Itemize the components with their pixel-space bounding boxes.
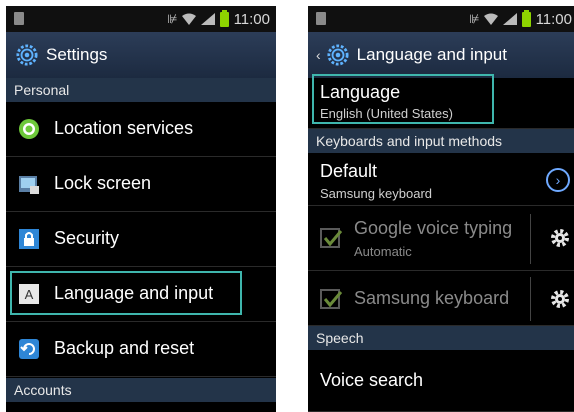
google-voice-typing-setting[interactable]: Google voice typing Automatic bbox=[308, 206, 574, 271]
settings-screen: ⊯ 11:00 Settings Personal Location servi… bbox=[6, 6, 276, 412]
page-title: Language and input bbox=[356, 45, 507, 64]
list-item-label: Location services bbox=[54, 118, 194, 138]
vibrate-icon: ⊯ bbox=[469, 12, 480, 26]
wifi-icon bbox=[181, 13, 196, 25]
location-icon bbox=[19, 119, 39, 139]
notification-icon bbox=[14, 12, 24, 25]
page-title: Settings bbox=[46, 45, 108, 64]
clock: 11:00 bbox=[233, 10, 270, 28]
gear-icon[interactable] bbox=[550, 228, 570, 248]
google-voice-checkbox[interactable] bbox=[320, 228, 343, 248]
list-item-lock-screen[interactable]: Lock screen bbox=[6, 157, 276, 212]
google-voice-value: Automatic bbox=[354, 244, 412, 259]
status-bar: ⊯ 11:00 bbox=[308, 6, 574, 32]
wifi-icon bbox=[483, 13, 498, 25]
google-voice-label: Google voice typing bbox=[354, 218, 513, 238]
voice-search-setting[interactable]: Voice search bbox=[308, 350, 574, 412]
lock-screen-icon bbox=[19, 176, 39, 194]
signal-icon bbox=[200, 13, 215, 25]
default-value: Samsung keyboard bbox=[320, 186, 433, 201]
list-item-label: Security bbox=[54, 228, 120, 248]
title-bar: Settings bbox=[6, 32, 276, 78]
battery-icon bbox=[219, 9, 229, 27]
highlight-box bbox=[10, 271, 242, 315]
divider bbox=[530, 214, 531, 264]
section-keyboards: Keyboards and input methods bbox=[308, 129, 574, 153]
default-keyboard-setting[interactable]: Default Samsung keyboard › bbox=[308, 153, 574, 206]
settings-gear-icon bbox=[16, 44, 38, 66]
voice-search-label: Voice search bbox=[320, 370, 424, 390]
samsung-keyboard-label: Samsung keyboard bbox=[354, 288, 510, 308]
back-chevron-icon[interactable]: ‹ bbox=[316, 47, 321, 63]
backup-icon bbox=[19, 339, 39, 359]
gear-icon[interactable] bbox=[550, 289, 570, 309]
status-bar: ⊯ 11:00 bbox=[6, 6, 276, 32]
highlight-box bbox=[312, 74, 494, 124]
clock: 11:00 bbox=[535, 10, 572, 28]
lock-icon bbox=[19, 229, 39, 249]
list-item-label: Backup and reset bbox=[54, 338, 195, 358]
divider bbox=[530, 277, 531, 321]
section-personal: Personal bbox=[6, 78, 276, 102]
list-item-location-services[interactable]: Location services bbox=[6, 102, 276, 157]
section-accounts: Accounts bbox=[6, 378, 276, 402]
section-speech: Speech bbox=[308, 326, 574, 350]
default-label: Default bbox=[320, 161, 378, 181]
list-item-security[interactable]: Security bbox=[6, 212, 276, 267]
vibrate-icon: ⊯ bbox=[167, 12, 178, 26]
samsung-keyboard-checkbox[interactable] bbox=[320, 289, 343, 309]
settings-gear-icon bbox=[327, 44, 349, 66]
notification-icon bbox=[316, 12, 326, 25]
battery-icon bbox=[521, 9, 531, 27]
chevron-right-icon[interactable]: › bbox=[546, 168, 570, 192]
language-and-input-screen: ⊯ 11:00 ‹ Language and input Language En… bbox=[308, 6, 574, 412]
signal-icon bbox=[502, 13, 517, 25]
list-item-backup-and-reset[interactable]: Backup and reset bbox=[6, 322, 276, 377]
list-item-label: Lock screen bbox=[54, 173, 152, 193]
title-bar[interactable]: ‹ Language and input bbox=[308, 32, 574, 78]
samsung-keyboard-setting[interactable]: Samsung keyboard bbox=[308, 271, 574, 326]
